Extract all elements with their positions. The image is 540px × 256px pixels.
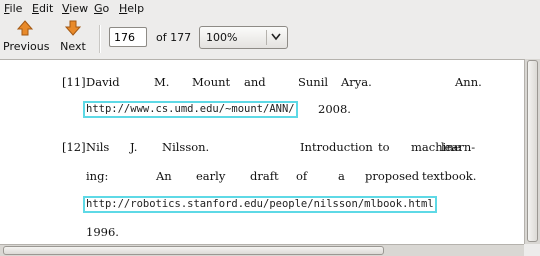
menu-help[interactable]: Help bbox=[119, 2, 144, 15]
previous-label: Previous bbox=[3, 40, 50, 53]
ref-word: draft bbox=[250, 169, 279, 183]
menu-go-mnemonic: G bbox=[94, 2, 103, 15]
ref-word: Sunil bbox=[298, 75, 329, 89]
menu-edit-mnemonic: E bbox=[32, 2, 39, 15]
menu-go[interactable]: Go bbox=[94, 2, 109, 15]
zoom-value: 100% bbox=[206, 31, 238, 44]
ref-word: J. bbox=[130, 140, 138, 154]
reference-link[interactable]: http://robotics.stanford.edu/people/nils… bbox=[83, 196, 437, 213]
ref-word: Ann. bbox=[455, 75, 482, 89]
reference-number: [11] bbox=[62, 75, 86, 89]
reference-link[interactable]: http://www.cs.umd.edu/~mount/ANN/ bbox=[83, 101, 298, 118]
ref-word: Arya. bbox=[341, 75, 372, 89]
menu-edit-label: dit bbox=[38, 2, 54, 15]
menu-help-label: elp bbox=[127, 2, 145, 15]
ref-word: early bbox=[196, 169, 226, 183]
ref-word: to bbox=[378, 140, 390, 154]
chevron-down-icon bbox=[271, 33, 281, 41]
ref-word: learn- bbox=[441, 140, 476, 154]
reference-number: [12] bbox=[62, 140, 86, 154]
ref-word: ing: bbox=[86, 169, 109, 183]
previous-button[interactable]: Previous bbox=[3, 19, 50, 57]
menu-view-label: iew bbox=[69, 2, 89, 15]
ref-word: proposed bbox=[365, 169, 420, 183]
reference-year: 1996. bbox=[86, 225, 119, 239]
vertical-scroll-thumb[interactable] bbox=[527, 60, 538, 242]
horizontal-scroll-thumb[interactable] bbox=[3, 246, 384, 255]
zoom-select[interactable]: 100% bbox=[199, 26, 288, 49]
toolbar-separator bbox=[99, 25, 101, 53]
zoom-divider bbox=[266, 30, 267, 45]
toolbar: Previous Next 176 of 177 100% bbox=[0, 17, 540, 59]
ref-word: Introduction bbox=[300, 140, 373, 154]
vertical-scrollbar[interactable] bbox=[524, 59, 540, 244]
document-page[interactable]: [11] David M. Mount and Sunil Arya. Ann.… bbox=[0, 59, 524, 245]
menu-bar: File Edit View Go Help bbox=[0, 0, 540, 17]
ref-word: a bbox=[338, 169, 345, 183]
ref-word: M. bbox=[154, 75, 170, 89]
menu-edit[interactable]: Edit bbox=[32, 2, 53, 15]
reference-year: 2008. bbox=[318, 102, 351, 116]
arrow-down-icon bbox=[64, 20, 82, 36]
ref-word: Nilsson. bbox=[162, 140, 210, 154]
next-label: Next bbox=[60, 40, 86, 53]
horizontal-scrollbar[interactable] bbox=[0, 244, 524, 256]
document-view: [11] David M. Mount and Sunil Arya. Ann.… bbox=[0, 59, 540, 256]
ref-word: Mount bbox=[192, 75, 231, 89]
page-number-input[interactable]: 176 bbox=[109, 27, 147, 47]
ref-word: An bbox=[156, 169, 172, 183]
ref-word: David bbox=[86, 75, 120, 89]
ref-word: Nils bbox=[86, 140, 110, 154]
next-button[interactable]: Next bbox=[56, 19, 90, 57]
ref-word: of bbox=[296, 169, 308, 183]
menu-view[interactable]: View bbox=[62, 2, 88, 15]
menu-file[interactable]: File bbox=[4, 2, 22, 15]
menu-file-label: ile bbox=[9, 2, 23, 15]
arrow-up-icon bbox=[16, 20, 34, 36]
ref-word: textbook. bbox=[422, 169, 477, 183]
scrollbar-corner bbox=[524, 244, 540, 256]
menu-go-label: o bbox=[102, 2, 110, 15]
ref-word: and bbox=[244, 75, 266, 89]
page-count: of 177 bbox=[156, 31, 192, 44]
